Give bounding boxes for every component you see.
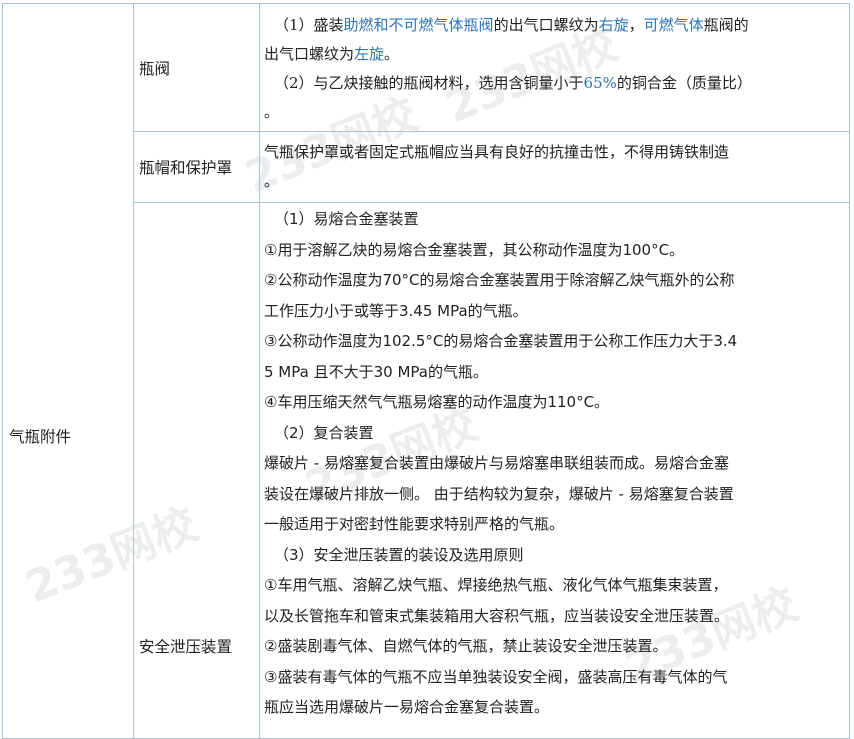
fittings-table: 气瓶附件 瓶阀 （1）盛装助燃和不可燃气体瓶阀的出气口螺纹为右旋，可燃气体瓶阀的…: [2, 3, 850, 739]
content-line: ①用于溶解乙炔的易熔合金塞装置，其公称动作温度为100°C。: [264, 240, 685, 259]
content-line: ②盛装剧毒气体、自燃气体的气瓶，禁止装设安全泄压装置。: [264, 637, 668, 655]
row-content-cap: 气瓶保护罩或者固定式瓶帽应当具有良好的抗撞击性，不得用铸铁制造。: [259, 131, 850, 203]
content-line: 。: [264, 98, 845, 127]
content-text: 出气口螺纹为: [264, 44, 355, 63]
highlight-text: 65%: [583, 73, 617, 92]
content-text: 的铜合金（质量比）: [616, 73, 752, 92]
content-line: 5 MPa 且不大于30 MPa的气瓶。: [264, 362, 488, 381]
content-line: ③公称动作温度为102.5°C的易熔合金塞装置用于公称工作压力大于3.4: [264, 332, 738, 350]
row-name-cap: 瓶帽和保护罩: [139, 159, 233, 177]
content-text: 。: [384, 44, 400, 63]
content-text: （1）盛装: [274, 15, 344, 34]
highlight-text: 可燃气体: [643, 15, 704, 34]
content-text: 的出气口螺纹为: [493, 15, 599, 34]
content-line: ②公称动作温度为70°C的易熔合金塞装置用于除溶解乙炔气瓶外的公称: [264, 271, 735, 289]
highlight-text: 右旋: [598, 15, 629, 34]
content-line: 。: [264, 167, 845, 196]
content-line: 工作压力小于或等于3.45 MPa的气瓶。: [264, 301, 528, 320]
content-text: ，: [628, 15, 644, 34]
category-label: 气瓶附件: [9, 428, 72, 446]
content-line: （1）易熔合金塞装置: [274, 210, 419, 228]
highlight-text: 助燃和不可燃气体瓶阀: [343, 15, 494, 34]
content-line: （3）安全泄压装置的装设及选用原则: [274, 545, 524, 564]
content-text: 。: [264, 102, 280, 121]
row-content-relief: （1）易熔合金塞装置 ①用于溶解乙炔的易熔合金塞装置，其公称动作温度为100°C。…: [259, 202, 850, 739]
content-line: 一般适用于对密封性能要求特别严格的气瓶。: [264, 515, 565, 533]
category-cell: 气瓶附件: [2, 3, 134, 739]
row-name-valve: 瓶阀: [139, 59, 171, 78]
highlight-text: 左旋: [354, 44, 385, 63]
content-text: 瓶阀的: [703, 15, 749, 34]
content-text: 气瓶保护罩或者固定式瓶帽应当具有良好的抗撞击性，不得用铸铁制造: [264, 143, 730, 161]
content-text: （2）与乙炔接触的瓶阀材料，选用含铜量小于: [274, 73, 584, 92]
row-content-valve: （1）盛装助燃和不可燃气体瓶阀的出气口螺纹为右旋，可燃气体瓶阀的 出气口螺纹为左旋…: [259, 3, 850, 132]
content-line: ④车用压缩天然气气瓶易熔塞的动作温度为110°C。: [264, 393, 610, 411]
row-name-cell: 瓶阀: [133, 3, 260, 132]
row-name-cell: 瓶帽和保护罩: [133, 131, 260, 203]
row-name-cell: 安全泄压装置: [133, 202, 260, 739]
content-line: 瓶应当选用爆破片一易熔合金塞复合装置。: [264, 698, 550, 716]
content-line: ③盛装有毒气体的气瓶不应当单独装设安全阀，盛装高压有毒气体的气: [264, 667, 728, 686]
content-line: 爆破片 - 易熔塞复合装置由爆破片与易熔塞串联组装而成。易熔合金塞: [264, 454, 729, 472]
content-line: （1）盛装助燃和不可燃气体瓶阀的出气口螺纹为右旋，可燃气体瓶阀的: [264, 11, 845, 40]
content-line: ①车用气瓶、溶解乙炔气瓶、焊接绝热气瓶、液化气体气瓶集束装置，: [264, 576, 728, 594]
row-name-relief: 安全泄压装置: [139, 638, 233, 656]
content-line: 出气口螺纹为左旋。: [264, 40, 845, 69]
content-line: 气瓶保护罩或者固定式瓶帽应当具有良好的抗撞击性，不得用铸铁制造: [264, 138, 845, 167]
content-text: 。: [264, 172, 280, 190]
content-line: （2）复合装置: [274, 423, 374, 442]
content-line: （2）与乙炔接触的瓶阀材料，选用含铜量小于65%的铜合金（质量比）: [264, 69, 845, 98]
content-line: 装设在爆破片排放一侧。 由于结构较为复杂，爆破片 - 易熔塞复合装置: [264, 484, 734, 503]
content-line: 以及长管拖车和管束式集装箱用大容积气瓶，应当装设安全泄压装置。: [264, 606, 730, 625]
